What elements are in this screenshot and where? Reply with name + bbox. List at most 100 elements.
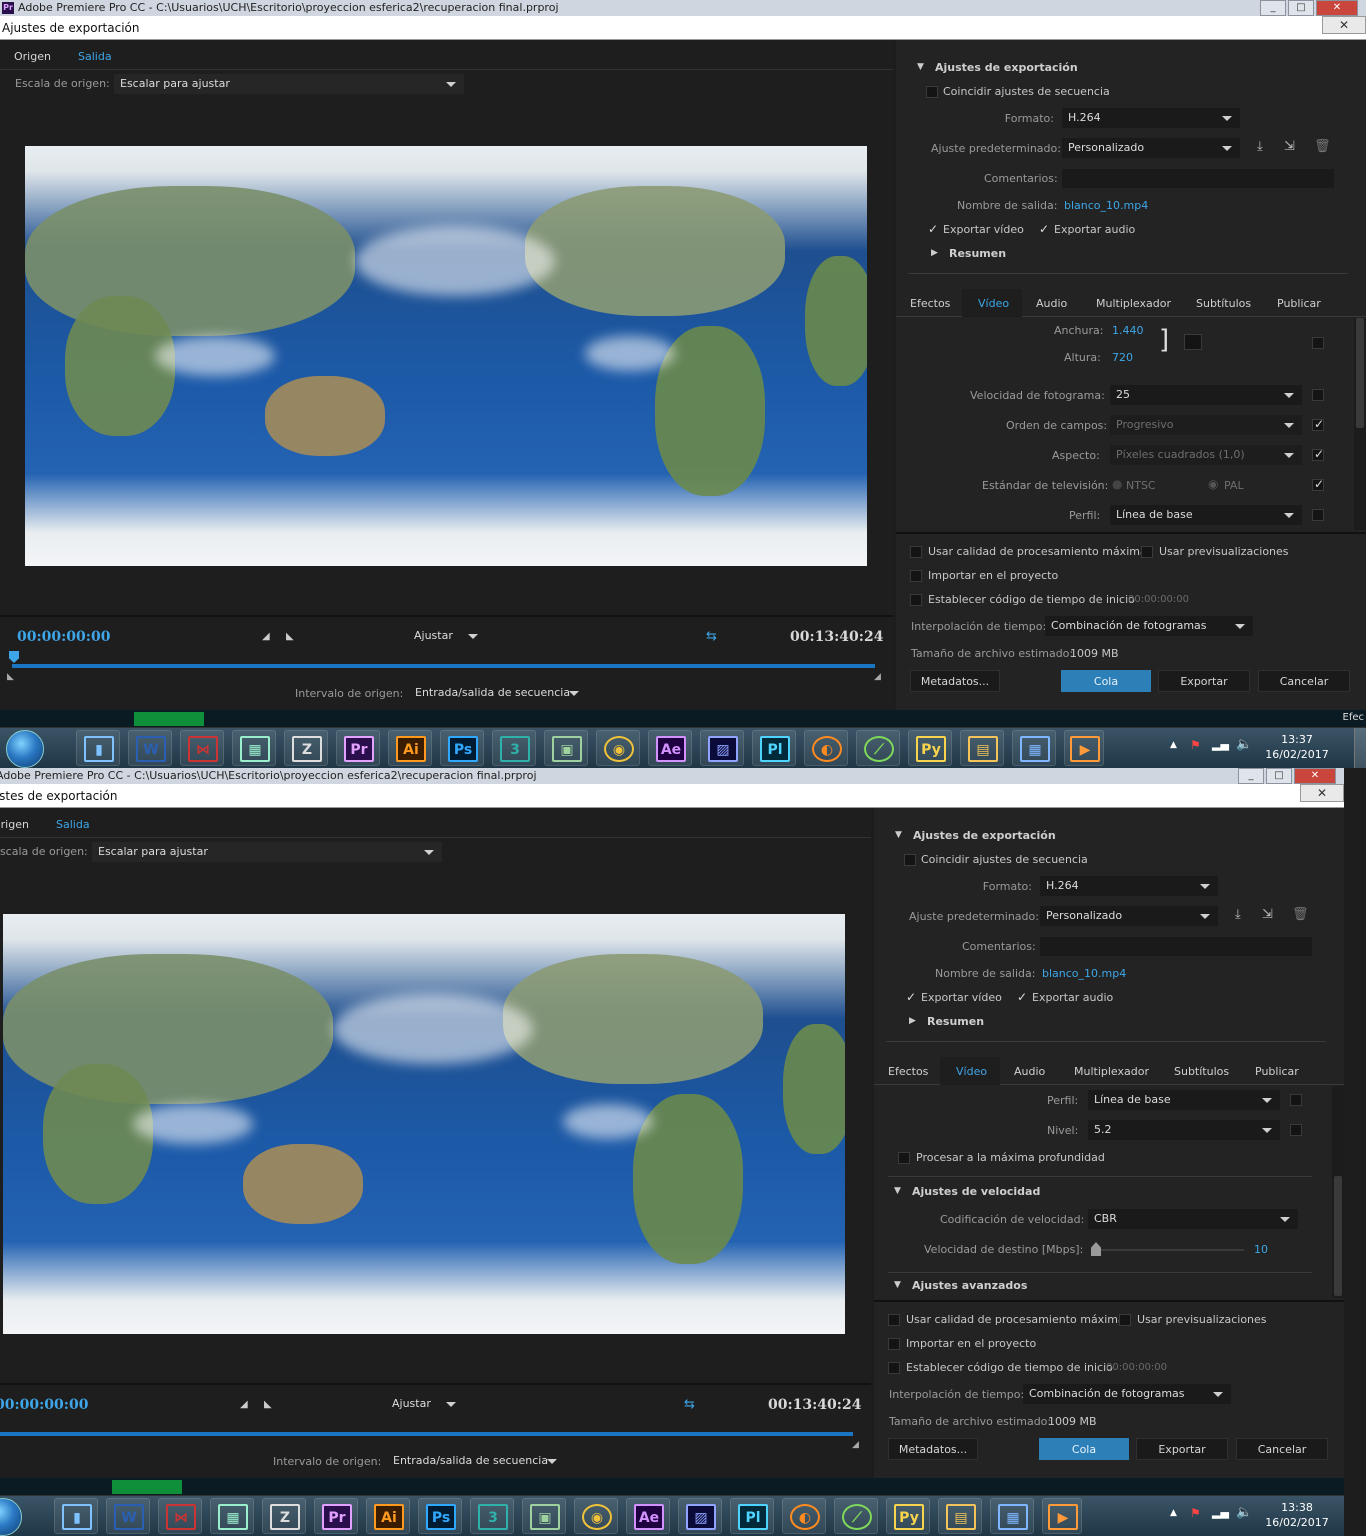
profile-override-checkbox[interactable] (1312, 509, 1324, 521)
source-range-dropdown[interactable]: Entrada/salida de secuencia (409, 683, 587, 703)
signal-icon[interactable]: ▂▄ (1212, 738, 1229, 751)
tv-standard-override-checkbox[interactable] (1312, 477, 1324, 491)
timeline-track[interactable] (0, 1432, 853, 1436)
start-button[interactable] (6, 730, 44, 768)
tab-origen[interactable]: Origen (14, 50, 51, 63)
taskbar-app-photoshop[interactable]: Ps (418, 1498, 462, 1534)
taskbar-app-firefox[interactable]: ◐ (804, 730, 848, 766)
format-dropdown[interactable]: H.264 (1062, 108, 1240, 128)
level-dropdown[interactable]: 5.2 (1088, 1120, 1280, 1140)
taskbar-app-3dsmax[interactable]: 3 (470, 1498, 514, 1534)
width-value[interactable]: 1.440 (1112, 324, 1144, 337)
mark-out-icon[interactable]: ◣ (286, 631, 294, 642)
taskbar-app-mediaencoder[interactable]: ▨ (678, 1498, 722, 1534)
target-bitrate-value[interactable]: 10 (1254, 1243, 1268, 1256)
set-start-tc-checkbox[interactable] (888, 1362, 900, 1374)
timecode-current[interactable]: 00:00:00:00 (0, 1397, 88, 1413)
expand-arrow-icon[interactable]: ▶ (931, 248, 938, 258)
link-dimensions-icon[interactable]: ] (1159, 326, 1169, 354)
export-button[interactable]: Exportar (1158, 670, 1250, 692)
taskbar-app-illustrator[interactable]: Ai (366, 1498, 410, 1534)
signal-icon[interactable]: ▂▄ (1212, 1506, 1229, 1519)
save-preset-icon[interactable]: ⤓ (1235, 907, 1241, 922)
taskbar-app-word[interactable]: W (106, 1498, 150, 1534)
video-panel-scrollbar[interactable] (1354, 318, 1366, 530)
aspect-dropdown[interactable]: Píxeles cuadrados (1,0) (1110, 445, 1302, 465)
slider-thumb-icon[interactable] (1091, 1242, 1101, 1256)
taskbar-app-python[interactable]: Py (908, 730, 952, 766)
maximize-button[interactable]: □ (1288, 0, 1314, 16)
volume-icon[interactable]: 🔈 (1236, 1505, 1252, 1520)
summary-heading[interactable]: Resumen (927, 1015, 984, 1028)
metadata-button[interactable]: Metadatos... (910, 670, 1000, 692)
taskbar-app-aftereffects[interactable]: Ae (626, 1498, 670, 1534)
taskbar-app-premiere[interactable]: Pr (336, 730, 380, 766)
delete-preset-icon[interactable]: 🗑 (1314, 139, 1331, 154)
profile-override-checkbox[interactable] (1290, 1094, 1302, 1106)
taskbar-app-sketchup[interactable]: ⟋ (834, 1498, 878, 1534)
taskbar-app-monitor[interactable]: ▣ (522, 1498, 566, 1534)
playhead-icon[interactable] (9, 651, 19, 663)
clock[interactable]: 13:37 16/02/2017 (1262, 732, 1332, 762)
video-panel-scrollbar[interactable] (1332, 1086, 1344, 1298)
aspect-override-checkbox[interactable] (1312, 447, 1324, 461)
max-render-quality-checkbox[interactable] (910, 546, 922, 558)
field-order-override-checkbox[interactable] (1312, 417, 1324, 431)
tab-efectos[interactable]: Efectos (910, 297, 950, 310)
import-preset-icon[interactable]: ⇲ (1284, 139, 1295, 154)
source-scale-dropdown[interactable]: Escalar para ajustar (114, 74, 464, 94)
taskbar-app-butterfly[interactable]: ⋈ (158, 1498, 202, 1534)
taskbar-app-chrome[interactable]: ◉ (596, 730, 640, 766)
taskbar-app-tile[interactable]: ▮ (76, 730, 120, 766)
field-order-dropdown[interactable]: Progresivo (1110, 415, 1302, 435)
expand-arrow-icon[interactable]: ▶ (909, 1016, 916, 1026)
taskbar-app-tile[interactable]: ▮ (54, 1498, 98, 1534)
max-render-quality-checkbox[interactable] (888, 1314, 900, 1326)
target-bitrate-slider[interactable] (1096, 1249, 1244, 1251)
taskbar-app-mediaencoder[interactable]: ▨ (700, 730, 744, 766)
delete-preset-icon[interactable]: 🗑 (1292, 907, 1309, 922)
tab-subtitulos[interactable]: Subtítulos (1196, 297, 1251, 310)
profile-dropdown[interactable]: Línea de base (1110, 505, 1302, 525)
tab-video[interactable]: Vídeo (978, 297, 1009, 310)
minimize-button[interactable]: _ (1260, 0, 1286, 16)
taskbar-app-3dsmax[interactable]: 3 (492, 730, 536, 766)
cancel-button[interactable]: Cancelar (1258, 670, 1350, 692)
bitrate-encoding-dropdown[interactable]: CBR (1088, 1209, 1298, 1229)
tab-audio[interactable]: Audio (1014, 1065, 1045, 1078)
volume-icon[interactable]: 🔈 (1236, 737, 1252, 752)
scrollbar-thumb[interactable] (1356, 318, 1364, 428)
fit-dropdown[interactable]: Ajustar (408, 626, 486, 646)
profile-dropdown[interactable]: Línea de base (1088, 1090, 1280, 1110)
match-sequence-checkbox[interactable] (926, 86, 938, 98)
time-interp-dropdown[interactable]: Combinación de fotogramas (1045, 616, 1253, 636)
tab-video[interactable]: Vídeo (956, 1065, 987, 1078)
tab-efectos[interactable]: Efectos (888, 1065, 928, 1078)
show-desktop-button[interactable] (1354, 728, 1366, 768)
collapse-arrow-icon[interactable]: ▼ (917, 62, 924, 72)
collapse-arrow-icon[interactable]: ▼ (894, 1280, 901, 1290)
taskbar-app-prelude[interactable]: Pl (752, 730, 796, 766)
import-preset-icon[interactable]: ⇲ (1262, 907, 1273, 922)
taskbar-app-controlpanel[interactable]: ▦ (1012, 730, 1056, 766)
timecode-current[interactable]: 00:00:00:00 (17, 629, 110, 645)
fit-dropdown[interactable]: Ajustar (386, 1394, 464, 1414)
framerate-override-checkbox[interactable] (1312, 389, 1324, 401)
dimension-override-checkbox[interactable] (1312, 337, 1324, 349)
tab-audio[interactable]: Audio (1036, 297, 1067, 310)
use-previews-checkbox[interactable] (1141, 546, 1153, 558)
tab-publicar[interactable]: Publicar (1277, 297, 1321, 310)
tab-salida[interactable]: Salida (78, 50, 112, 63)
export-video-checkbox[interactable] (926, 222, 938, 236)
taskbar-app-aftereffects[interactable]: Ae (648, 730, 692, 766)
taskbar-app-sketchup[interactable]: ⟋ (856, 730, 900, 766)
out-point-marker-icon[interactable]: ◢ (874, 672, 881, 682)
taskbar-app-mediaplayer[interactable]: ▶ (1042, 1498, 1082, 1534)
taskbar-app-photoshop[interactable]: Ps (440, 730, 484, 766)
max-depth-checkbox[interactable] (898, 1152, 910, 1164)
mark-in-icon[interactable]: ◢ (262, 631, 270, 642)
window-close-button[interactable]: ✕ (1294, 768, 1336, 784)
minimize-button[interactable]: _ (1238, 768, 1264, 784)
taskbar-app-mediaplayer[interactable]: ▶ (1064, 730, 1104, 766)
network-alert-icon[interactable]: ⚑ (1190, 1506, 1201, 1520)
